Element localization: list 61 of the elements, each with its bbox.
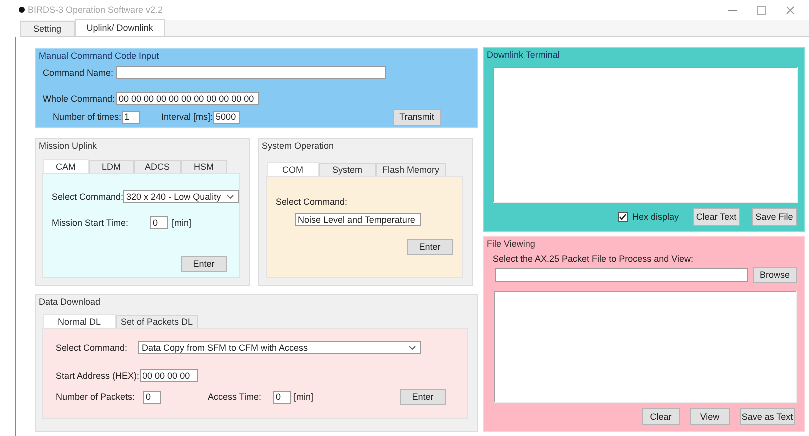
tab[interactable]: Uplink/ Downlink	[75, 19, 165, 36]
caret-icon	[409, 346, 416, 350]
input-field[interactable]: 0	[273, 390, 291, 404]
field-label: Access Time:	[208, 392, 263, 402]
tab[interactable]: CAM	[43, 159, 89, 173]
file-button[interactable]: Save as Text	[740, 408, 795, 425]
file-button[interactable]: Clear	[642, 408, 680, 425]
file-path-field[interactable]	[495, 268, 748, 282]
field-label: Command Name:	[43, 68, 115, 78]
caret-icon	[227, 194, 234, 198]
file-button[interactable]: View	[690, 408, 730, 425]
browse-button[interactable]: Browse	[753, 267, 797, 283]
instruction-text: Select the AX.25 Packet File to Process and View:	[493, 254, 694, 264]
input-field[interactable]: 5000	[213, 110, 240, 124]
tab[interactable]: COM	[267, 162, 319, 176]
input-field[interactable]: 00 00 00 00	[140, 369, 198, 382]
input-field[interactable]: 0	[143, 390, 161, 404]
field-label: Number of Packets:	[56, 392, 136, 402]
group-title: File Viewing	[486, 238, 536, 250]
tab[interactable]: LDM	[89, 160, 134, 173]
field-label: Interval [ms]:	[162, 112, 214, 122]
tab[interactable]: Set of Packets DL	[116, 315, 198, 328]
terminal-button[interactable]: Save File	[752, 208, 797, 226]
input-field[interactable]	[116, 66, 386, 79]
command-dropdown[interactable]: 320 x 240 - Low Quality	[122, 190, 239, 203]
enter-button[interactable]: Enter	[400, 389, 446, 405]
enter-button[interactable]: Enter	[407, 239, 453, 255]
app-icon	[19, 7, 25, 13]
input-field[interactable]: 0	[150, 216, 168, 229]
window-title: BIRDS-3 Operation Software v2.2	[28, 5, 164, 15]
group-title: Mission Uplink	[38, 140, 98, 152]
unit-label: [min]	[294, 392, 314, 402]
command-dropdown[interactable]: Data Copy from SFM to CFM with Access	[138, 341, 421, 354]
group-title: Manual Command Code Input	[38, 50, 160, 62]
input-field[interactable]: 1	[122, 110, 140, 124]
tab[interactable]: Setting	[20, 21, 75, 36]
transmit-button[interactable]: Transmit	[393, 108, 441, 126]
field-label: Select Command:	[276, 197, 348, 207]
command-field[interactable]: Noise Level and Temperature	[295, 213, 421, 226]
field-label: Start Address (HEX):	[56, 370, 140, 380]
input-field[interactable]: 00 00 00 00 00 00 00 00 00 00 00	[116, 92, 259, 105]
group-title: Downlink Terminal	[486, 49, 561, 61]
unit-label: [min]	[172, 218, 192, 228]
tab[interactable]: HSM	[181, 160, 227, 173]
checkbox-label: Hex display	[632, 212, 679, 222]
field-label: Mission Start Time:	[52, 218, 130, 228]
field-label: Whole Command:	[43, 94, 116, 104]
tab[interactable]: System	[319, 163, 376, 176]
group-title: Data Download	[38, 296, 102, 308]
group-title: System Operation	[261, 140, 336, 152]
close-icon[interactable]	[786, 6, 795, 14]
maximize-icon[interactable]	[757, 6, 766, 14]
tab[interactable]: ADCS	[134, 160, 181, 173]
tab[interactable]: Normal DL	[43, 314, 116, 328]
terminal-button[interactable]: Clear Text	[693, 208, 740, 226]
field-label: Number of times:	[53, 112, 122, 122]
field-label: Select Command:	[56, 342, 129, 352]
checkbox[interactable]	[618, 212, 628, 222]
enter-button[interactable]: Enter	[181, 256, 227, 272]
field-label: Select Command:	[52, 192, 123, 202]
tab[interactable]: Flash Memory	[376, 163, 446, 176]
